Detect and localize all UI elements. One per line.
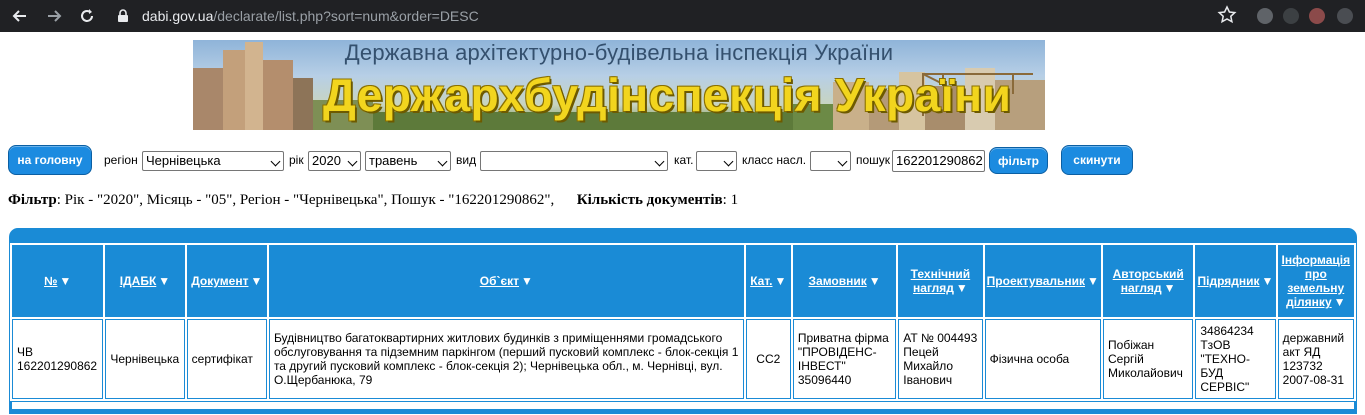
extension-icon[interactable] <box>1283 8 1299 24</box>
column-header-label[interactable]: Кат. <box>750 274 772 288</box>
category-select[interactable] <box>696 151 737 171</box>
document-count-value: : 1 <box>722 192 739 208</box>
column-header-tech-supervision[interactable]: Технічний нагляд ▼ <box>898 245 983 317</box>
bookmark-star-icon[interactable] <box>1217 5 1237 25</box>
cell-object: Будівництво багатоквартирних житлових бу… <box>268 319 744 399</box>
search-input[interactable]: 162201290862 <box>892 150 985 172</box>
column-header-label[interactable]: Замовник <box>809 274 867 288</box>
declarations-table: № ▼ ІДАБК ▼ Документ ▼ Об`єкт ▼ Кат. ▼ Замовник ▼ Те… <box>10 243 1356 401</box>
column-header-customer[interactable]: Замовник ▼ <box>792 245 897 317</box>
search-label: пошук <box>856 153 891 167</box>
back-icon[interactable] <box>6 2 34 30</box>
column-header-label[interactable]: Підрядник <box>1198 274 1260 288</box>
column-header-contractor[interactable]: Підрядник ▼ <box>1195 245 1276 317</box>
cell-land-info: державний акт ЯД 123732 2007-08-31 <box>1277 319 1354 399</box>
cell-customer: Приватна фірма "ПРОВІДЕНС-ІНВЕСТ" 350964… <box>792 319 897 399</box>
sort-arrow-icon[interactable]: ▼ <box>59 274 71 288</box>
region-label: регіон <box>104 153 138 167</box>
column-header-label[interactable]: ІДАБК <box>120 274 157 288</box>
sort-arrow-icon[interactable]: ▼ <box>250 274 262 288</box>
forward-icon[interactable] <box>40 2 68 30</box>
sort-arrow-icon[interactable]: ▼ <box>1087 274 1099 288</box>
banner-title: Держархбудінспекція України <box>323 69 1012 121</box>
class-select[interactable] <box>810 151 851 171</box>
cell-tech-supervision: АТ № 004493 Пецей Михайло Іванович <box>898 319 983 399</box>
cell-idabk: Чернівецька <box>105 319 185 399</box>
avatar[interactable] <box>1309 8 1325 24</box>
site-banner: Державна архітектурно-будівельна інспекц… <box>193 40 1045 130</box>
reset-button[interactable]: скинути <box>1061 145 1133 175</box>
table-header-row: № ▼ ІДАБК ▼ Документ ▼ Об`єкт ▼ Кат. ▼ Замовник ▼ Те… <box>12 245 1354 317</box>
filter-summary-text: : Рік - "2020", Місяць - "05", Регіон - … <box>56 192 555 208</box>
address-bar[interactable]: dabi.gov.ua/declarate/list.php?sort=num&… <box>106 3 1264 29</box>
cell-document: сертифікат <box>186 319 267 399</box>
type-select[interactable] <box>480 151 668 171</box>
month-select[interactable]: травень <box>365 151 451 171</box>
sort-arrow-icon[interactable]: ▼ <box>158 274 170 288</box>
sort-arrow-icon[interactable]: ▼ <box>869 274 881 288</box>
reload-icon[interactable] <box>73 2 101 30</box>
table-footer <box>12 401 1354 409</box>
sort-arrow-icon[interactable]: ▼ <box>1164 281 1176 295</box>
column-header-label[interactable]: Проектувальник <box>987 274 1085 288</box>
sort-arrow-icon[interactable]: ▼ <box>1334 295 1346 309</box>
column-header-document[interactable]: Документ ▼ <box>186 245 267 317</box>
column-header-num[interactable]: № ▼ <box>12 245 104 317</box>
home-button[interactable]: на головну <box>8 145 92 175</box>
column-header-label[interactable]: Документ <box>191 274 248 288</box>
cell-category: СС2 <box>745 319 791 399</box>
year-select[interactable]: 2020 <box>308 151 361 171</box>
banner-subtitle: Державна архітектурно-будівельна інспекц… <box>344 40 894 65</box>
cell-author-supervision: Побіжан Сергій Миколайович <box>1103 319 1194 399</box>
year-label: рік <box>289 153 304 167</box>
menu-icon[interactable] <box>1337 8 1353 24</box>
column-header-label[interactable]: Об`єкт <box>480 274 519 288</box>
url-path: /declarate/list.php?sort=num&order=DESC <box>213 8 479 24</box>
column-header-category[interactable]: Кат. ▼ <box>745 245 791 317</box>
column-header-idabk[interactable]: ІДАБК ▼ <box>105 245 185 317</box>
region-select[interactable]: Чернівецька <box>142 151 284 171</box>
lock-icon <box>118 9 128 22</box>
filter-button[interactable]: фільтр <box>989 147 1048 174</box>
class-label: класс насл. <box>742 153 807 167</box>
sort-arrow-icon[interactable]: ▼ <box>1262 274 1274 288</box>
sort-arrow-icon[interactable]: ▼ <box>775 274 787 288</box>
type-label: вид <box>456 153 477 167</box>
column-header-land-info[interactable]: Інформація про земельну ділянку ▼ <box>1277 245 1354 317</box>
cell-contractor: 34864234 ТзОВ "ТЕХНО-БУД СЕРВІС" <box>1195 319 1276 399</box>
sort-arrow-icon[interactable]: ▼ <box>956 281 968 295</box>
sort-arrow-icon[interactable]: ▼ <box>521 274 533 288</box>
category-label: кат. <box>674 153 694 167</box>
column-header-author-supervision[interactable]: Авторський нагляд ▼ <box>1103 245 1194 317</box>
filter-summary: Фільтр: Рік - "2020", Місяць - "05", Рег… <box>8 192 738 209</box>
table-row: ЧВ 162201290862 Чернівецька сертифікат Буді… <box>12 319 1354 399</box>
cell-designer: Фізична особа <box>984 319 1102 399</box>
cell-num: ЧВ 162201290862 <box>12 319 104 399</box>
column-header-label[interactable]: № <box>44 274 57 288</box>
column-header-designer[interactable]: Проектувальник ▼ <box>984 245 1102 317</box>
declarations-table-container: № ▼ ІДАБК ▼ Документ ▼ Об`єкт ▼ Кат. ▼ Замовник ▼ Те… <box>9 228 1357 414</box>
extension-icon[interactable] <box>1257 8 1273 24</box>
url-host: dabi.gov.ua <box>142 8 214 24</box>
document-count-label: Кількість документів <box>576 192 723 208</box>
column-header-object[interactable]: Об`єкт ▼ <box>268 245 744 317</box>
table-top-strip <box>10 229 1356 243</box>
filter-summary-label: Фільтр <box>8 192 57 208</box>
browser-toolbar: dabi.gov.ua/declarate/list.php?sort=num&… <box>0 0 1365 32</box>
